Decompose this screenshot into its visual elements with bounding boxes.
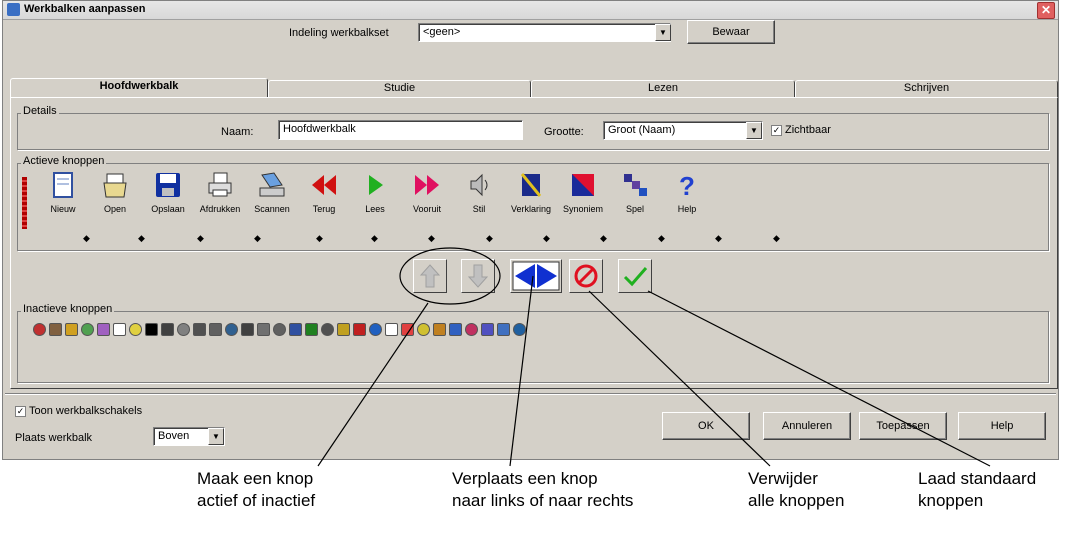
callout-line: [588, 290, 771, 467]
callout-line: [509, 275, 534, 467]
annotation-remove-all: Verwijder alle knoppen: [748, 469, 845, 510]
annotation-load-default: Laad standaard knoppen: [918, 469, 1037, 510]
annotation-toggle-active: Maak een knop actief of inactief: [197, 469, 316, 510]
callout-line: [317, 302, 429, 467]
annotation-overlay: [317, 247, 991, 467]
callout-line: [647, 290, 991, 467]
highlight-ellipse: [399, 247, 501, 305]
annotation-move-button: Verplaats een knop naar links of naar re…: [452, 469, 634, 510]
